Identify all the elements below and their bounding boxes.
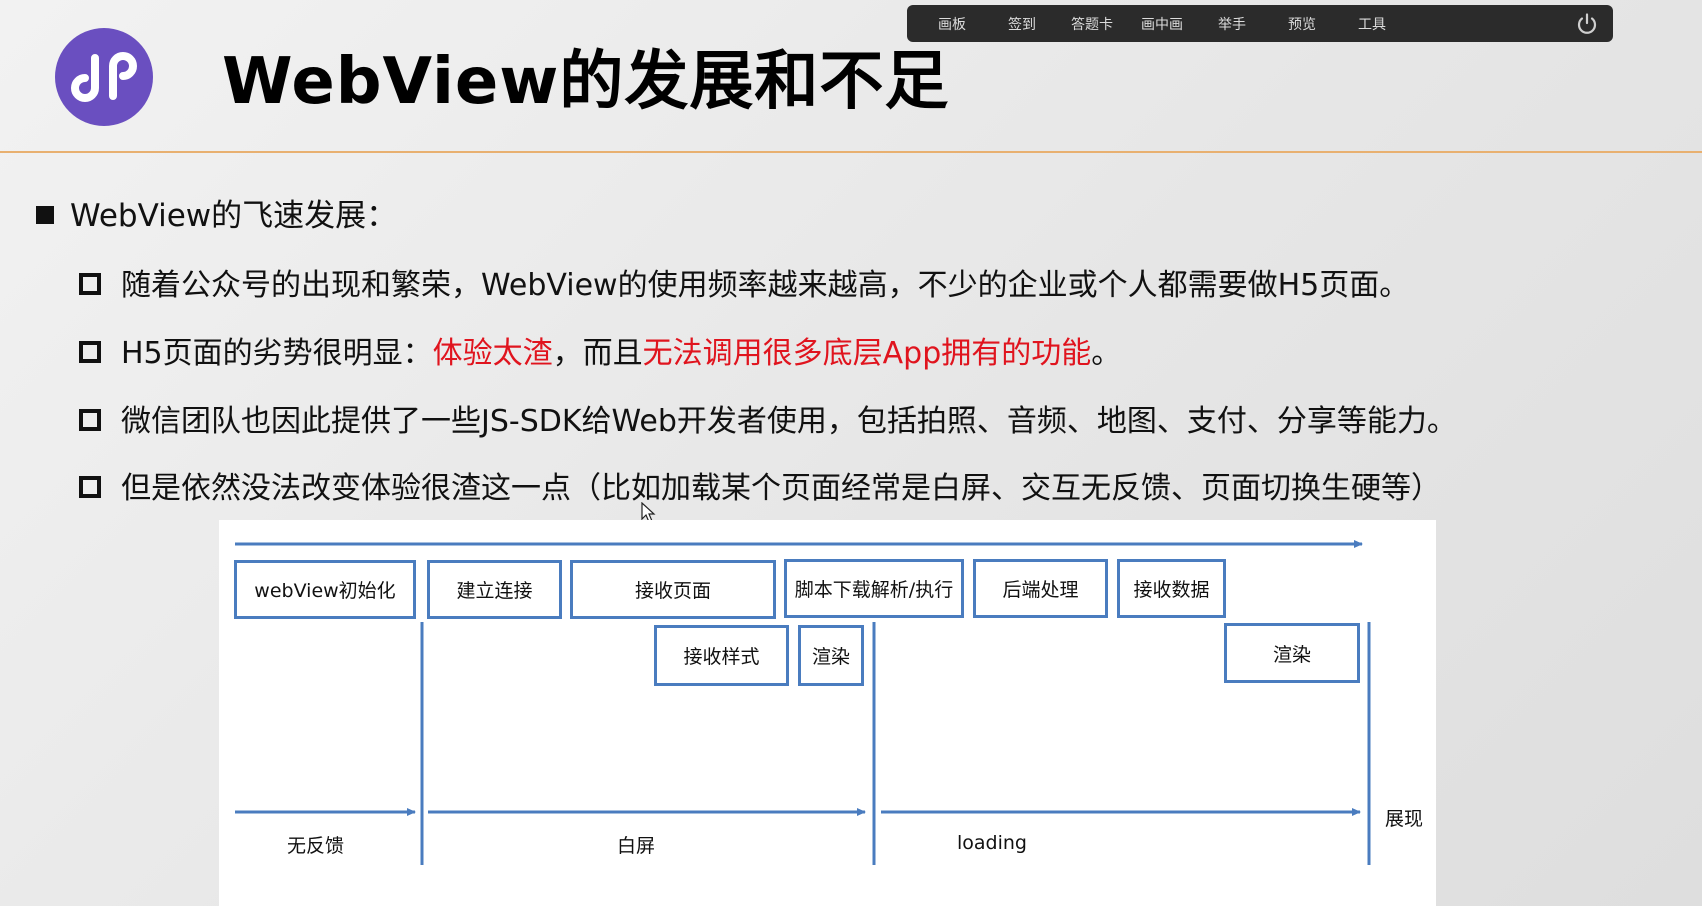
toolbar-preview-button[interactable]: 预览 [1267,14,1337,34]
toolbar-whiteboard-button[interactable]: 画板 [917,14,987,34]
phase-label-white-screen: 白屏 [617,835,656,857]
webview-loading-timeline-diagram: webView初始化 建立连接 接收页面 脚本下载解析/执行 后端处理 接收数据… [219,520,1436,906]
phase-label-no-feedback: 无反馈 [287,835,345,857]
hollow-square-bullet-icon [79,340,101,363]
toolbar-tools-button[interactable]: 工具 [1337,14,1407,34]
step-receive-page: 接收页面 [570,560,776,619]
sub-bullet-2-highlight-2: 无法调用很多底层App拥有的功能 [642,336,1092,371]
filled-square-bullet-icon [36,205,54,224]
sub-bullet-2-text-c: ，而且 [552,336,643,371]
step-render-1: 渲染 [798,625,864,686]
toolbar-picture-in-picture-button[interactable]: 画中画 [1127,14,1197,34]
sub-bullet-2-text-e: 。 [1091,336,1122,371]
phase-label-loading: loading [957,832,1027,854]
step-connect: 建立连接 [427,560,562,619]
sub-bullet-4: 但是依然没法改变体验很渣这一点（比如加载某个页面经常是白屏、交互无反馈、页面切换… [79,463,1441,507]
step-render-2: 渲染 [1224,623,1360,683]
sub-bullet-4-text: 但是依然没法改变体验很渣这一点（比如加载某个页面经常是白屏、交互无反馈、页面切换… [121,471,1441,506]
toolbar-raise-hand-button[interactable]: 举手 [1197,14,1267,34]
toolbar-checkin-button[interactable]: 签到 [987,14,1057,34]
step-webview-init: webView初始化 [234,560,416,619]
step-backend: 后端处理 [973,559,1108,618]
hollow-square-bullet-icon [79,475,101,498]
power-icon[interactable] [1575,12,1599,36]
step-script-exec: 脚本下载解析/执行 [784,559,964,618]
main-bullet-text: WebView的飞速发展： [70,198,398,234]
sub-bullet-2-highlight-1: 体验太渣 [432,336,553,371]
end-label-display: 展现 [1385,808,1424,830]
sub-bullet-2: H5页面的劣势很明显：体验太渣，而且无法调用很多底层App拥有的功能。 [79,328,1121,372]
hollow-square-bullet-icon [79,408,101,431]
sub-bullet-2-text-a: H5页面的劣势很明显： [121,336,433,371]
sub-bullet-1: 随着公众号的出现和繁荣，WebView的使用频率越来越高，不少的企业或个人都需要… [79,260,1409,304]
sub-bullet-3-text: 微信团队也因此提供了一些JS-SDK给Web开发者使用，包括拍照、音频、地图、支… [121,404,1457,439]
step-receive-data: 接收数据 [1117,559,1226,618]
presentation-toolbar: 画板 签到 答题卡 画中画 举手 预览 工具 [907,5,1613,42]
toolbar-answer-card-button[interactable]: 答题卡 [1057,14,1127,34]
slide-title: WebView的发展和不足 [222,45,950,119]
mini-program-logo-icon [55,28,153,126]
sub-bullet-1-text: 随着公众号的出现和繁荣，WebView的使用频率越来越高，不少的企业或个人都需要… [121,268,1410,303]
main-bullet: WebView的飞速发展： [36,190,397,235]
sub-bullet-3: 微信团队也因此提供了一些JS-SDK给Web开发者使用，包括拍照、音频、地图、支… [79,396,1457,440]
step-receive-style: 接收样式 [654,625,789,686]
hollow-square-bullet-icon [79,272,101,295]
